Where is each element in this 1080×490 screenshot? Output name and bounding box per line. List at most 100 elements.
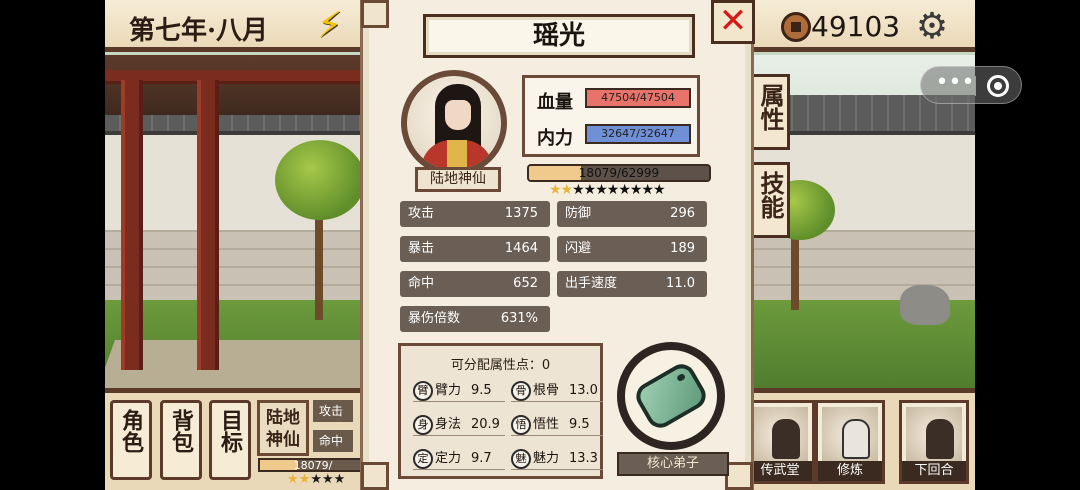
goal-button[interactable]: 目标 (209, 400, 251, 480)
stat-value: 1464 (504, 241, 538, 256)
figure-icon (772, 419, 800, 459)
stat-block: 暴击 1464 (400, 236, 550, 262)
figure-icon (842, 419, 870, 459)
garden-rock (900, 285, 950, 325)
stat-value: 296 (670, 206, 695, 221)
attribute-label: 根骨 (533, 383, 560, 398)
hp-label: 血量 (537, 92, 573, 113)
stat-block: 防御 296 (557, 201, 707, 227)
stat-block: 出手速度 11.0 (557, 271, 707, 297)
star-rating: ★★★★★★★★★★ (549, 182, 666, 198)
stat-label: 闪避 (565, 241, 592, 256)
mini-stat-hit: 命中 (313, 430, 353, 452)
figure-icon (926, 419, 954, 459)
attribute-value: 9.7 (471, 451, 492, 466)
attribute-label: 定力 (435, 451, 462, 466)
money-counter: 49103 (811, 10, 901, 43)
miniprogram-capsule: ••• (920, 66, 1022, 104)
stat-label: 暴伤倍数 (408, 311, 461, 326)
stat-block: 闪避 189 (557, 236, 707, 262)
jade-pendant-icon (631, 359, 711, 433)
train-illustration (822, 407, 878, 463)
panel-corner (361, 0, 389, 28)
record-icon[interactable] (987, 75, 1009, 97)
bag-button-label: 背包 (168, 409, 194, 453)
close-icon[interactable]: ✕ (711, 0, 755, 44)
stat-value: 652 (513, 276, 538, 291)
mini-exp-bar: 18079/ (258, 458, 368, 472)
attribute-icon: 定 (413, 449, 433, 469)
menu-label-train: 修炼 (818, 461, 882, 481)
stat-label: 命中 (408, 276, 435, 291)
attribute-label: 臂力 (435, 383, 462, 398)
pavilion-pillar (197, 80, 219, 370)
tab-skills-label: 技能 (756, 171, 785, 219)
attribute-allocation-panel: 可分配属性点：0 臂臂力 9.5 骨根骨 13.0 身身法 20.9 悟悟性 9.5 定定力 9.… (398, 343, 603, 479)
attribute-value: 13.3 (569, 451, 598, 466)
stat-block: 暴伤倍数 631% (400, 306, 550, 332)
pavilion-pillar (121, 80, 143, 370)
attribute-entry: 魅魅力 13.3 (511, 448, 603, 470)
menu-button-hall[interactable]: 传武堂 (745, 400, 815, 484)
pavilion-beam (105, 70, 360, 84)
stat-label: 暴击 (408, 241, 435, 256)
panel-corner (725, 462, 753, 490)
pavilion-roof (105, 55, 360, 115)
tree (275, 140, 365, 220)
stat-value: 631% (500, 311, 538, 326)
jade-token[interactable] (617, 342, 725, 450)
attribute-value: 9.5 (569, 417, 590, 432)
mini-exp-text: 18079/ (293, 459, 333, 472)
avatar-face (445, 100, 471, 130)
tab-attributes[interactable]: 属性 (750, 74, 790, 150)
bag-button[interactable]: 背包 (160, 400, 202, 480)
attribute-label: 悟性 (533, 417, 560, 432)
stat-label: 防御 (565, 206, 592, 221)
tab-skills[interactable]: 技能 (750, 162, 790, 238)
vitals-box: 血量 47504/47504 内力 32647/32647 (522, 75, 700, 157)
stat-value: 189 (670, 241, 695, 256)
character-avatar (401, 70, 507, 176)
stat-label: 攻击 (408, 206, 435, 221)
menu-button-train[interactable]: 修炼 (815, 400, 885, 484)
stat-value: 1375 (504, 206, 538, 221)
exp-text: 18079/62999 (578, 166, 660, 180)
attribute-entry: 臂臂力 9.5 (413, 380, 505, 402)
attribute-entry: 身身法 20.9 (413, 414, 505, 436)
attribute-label: 魅力 (533, 451, 560, 466)
hp-bar: 47504/47504 (585, 88, 691, 108)
panel-corner (361, 462, 389, 490)
attribute-entry: 悟悟性 9.5 (511, 414, 603, 436)
attribute-icon: 魅 (511, 449, 531, 469)
stat-value: 11.0 (666, 276, 695, 291)
lightning-icon[interactable]: ⚡ (317, 6, 357, 46)
tab-attributes-label: 属性 (756, 83, 785, 131)
menu-label-hall: 传武堂 (748, 461, 812, 481)
stat-label: 出手速度 (565, 276, 618, 291)
goal-button-label: 目标 (217, 409, 243, 453)
menu-button-next-turn[interactable]: 下回合 (899, 400, 969, 484)
role-button-label: 角色 (118, 409, 144, 453)
attribute-label: 身法 (435, 417, 462, 432)
mp-label: 内力 (537, 128, 573, 149)
attribute-icon: 骨 (511, 381, 531, 401)
coin-icon (781, 12, 811, 42)
attribute-entry: 定定力 9.7 (413, 448, 505, 470)
allocation-title: 可分配属性点：0 (450, 358, 551, 373)
gear-icon[interactable]: ⚙ (913, 8, 951, 46)
stat-block: 攻击 1375 (400, 201, 550, 227)
attribute-value: 9.5 (471, 383, 492, 398)
rank-box-label: 陆地神仙 (266, 408, 300, 450)
next-turn-illustration (906, 407, 962, 463)
rank-box: 陆地神仙 (257, 400, 309, 456)
attribute-entry: 骨根骨 13.0 (511, 380, 603, 402)
more-dots-icon[interactable]: ••• (933, 72, 977, 97)
hall-illustration (752, 407, 808, 463)
stat-block: 命中 652 (400, 271, 550, 297)
exp-bar: 18079/62999 (527, 164, 711, 182)
capsule-divider (975, 76, 976, 96)
role-button[interactable]: 角色 (110, 400, 152, 480)
attribute-icon: 悟 (511, 415, 531, 435)
mp-bar: 32647/32647 (585, 124, 691, 144)
date-label: 第七年·八月 (129, 16, 269, 46)
